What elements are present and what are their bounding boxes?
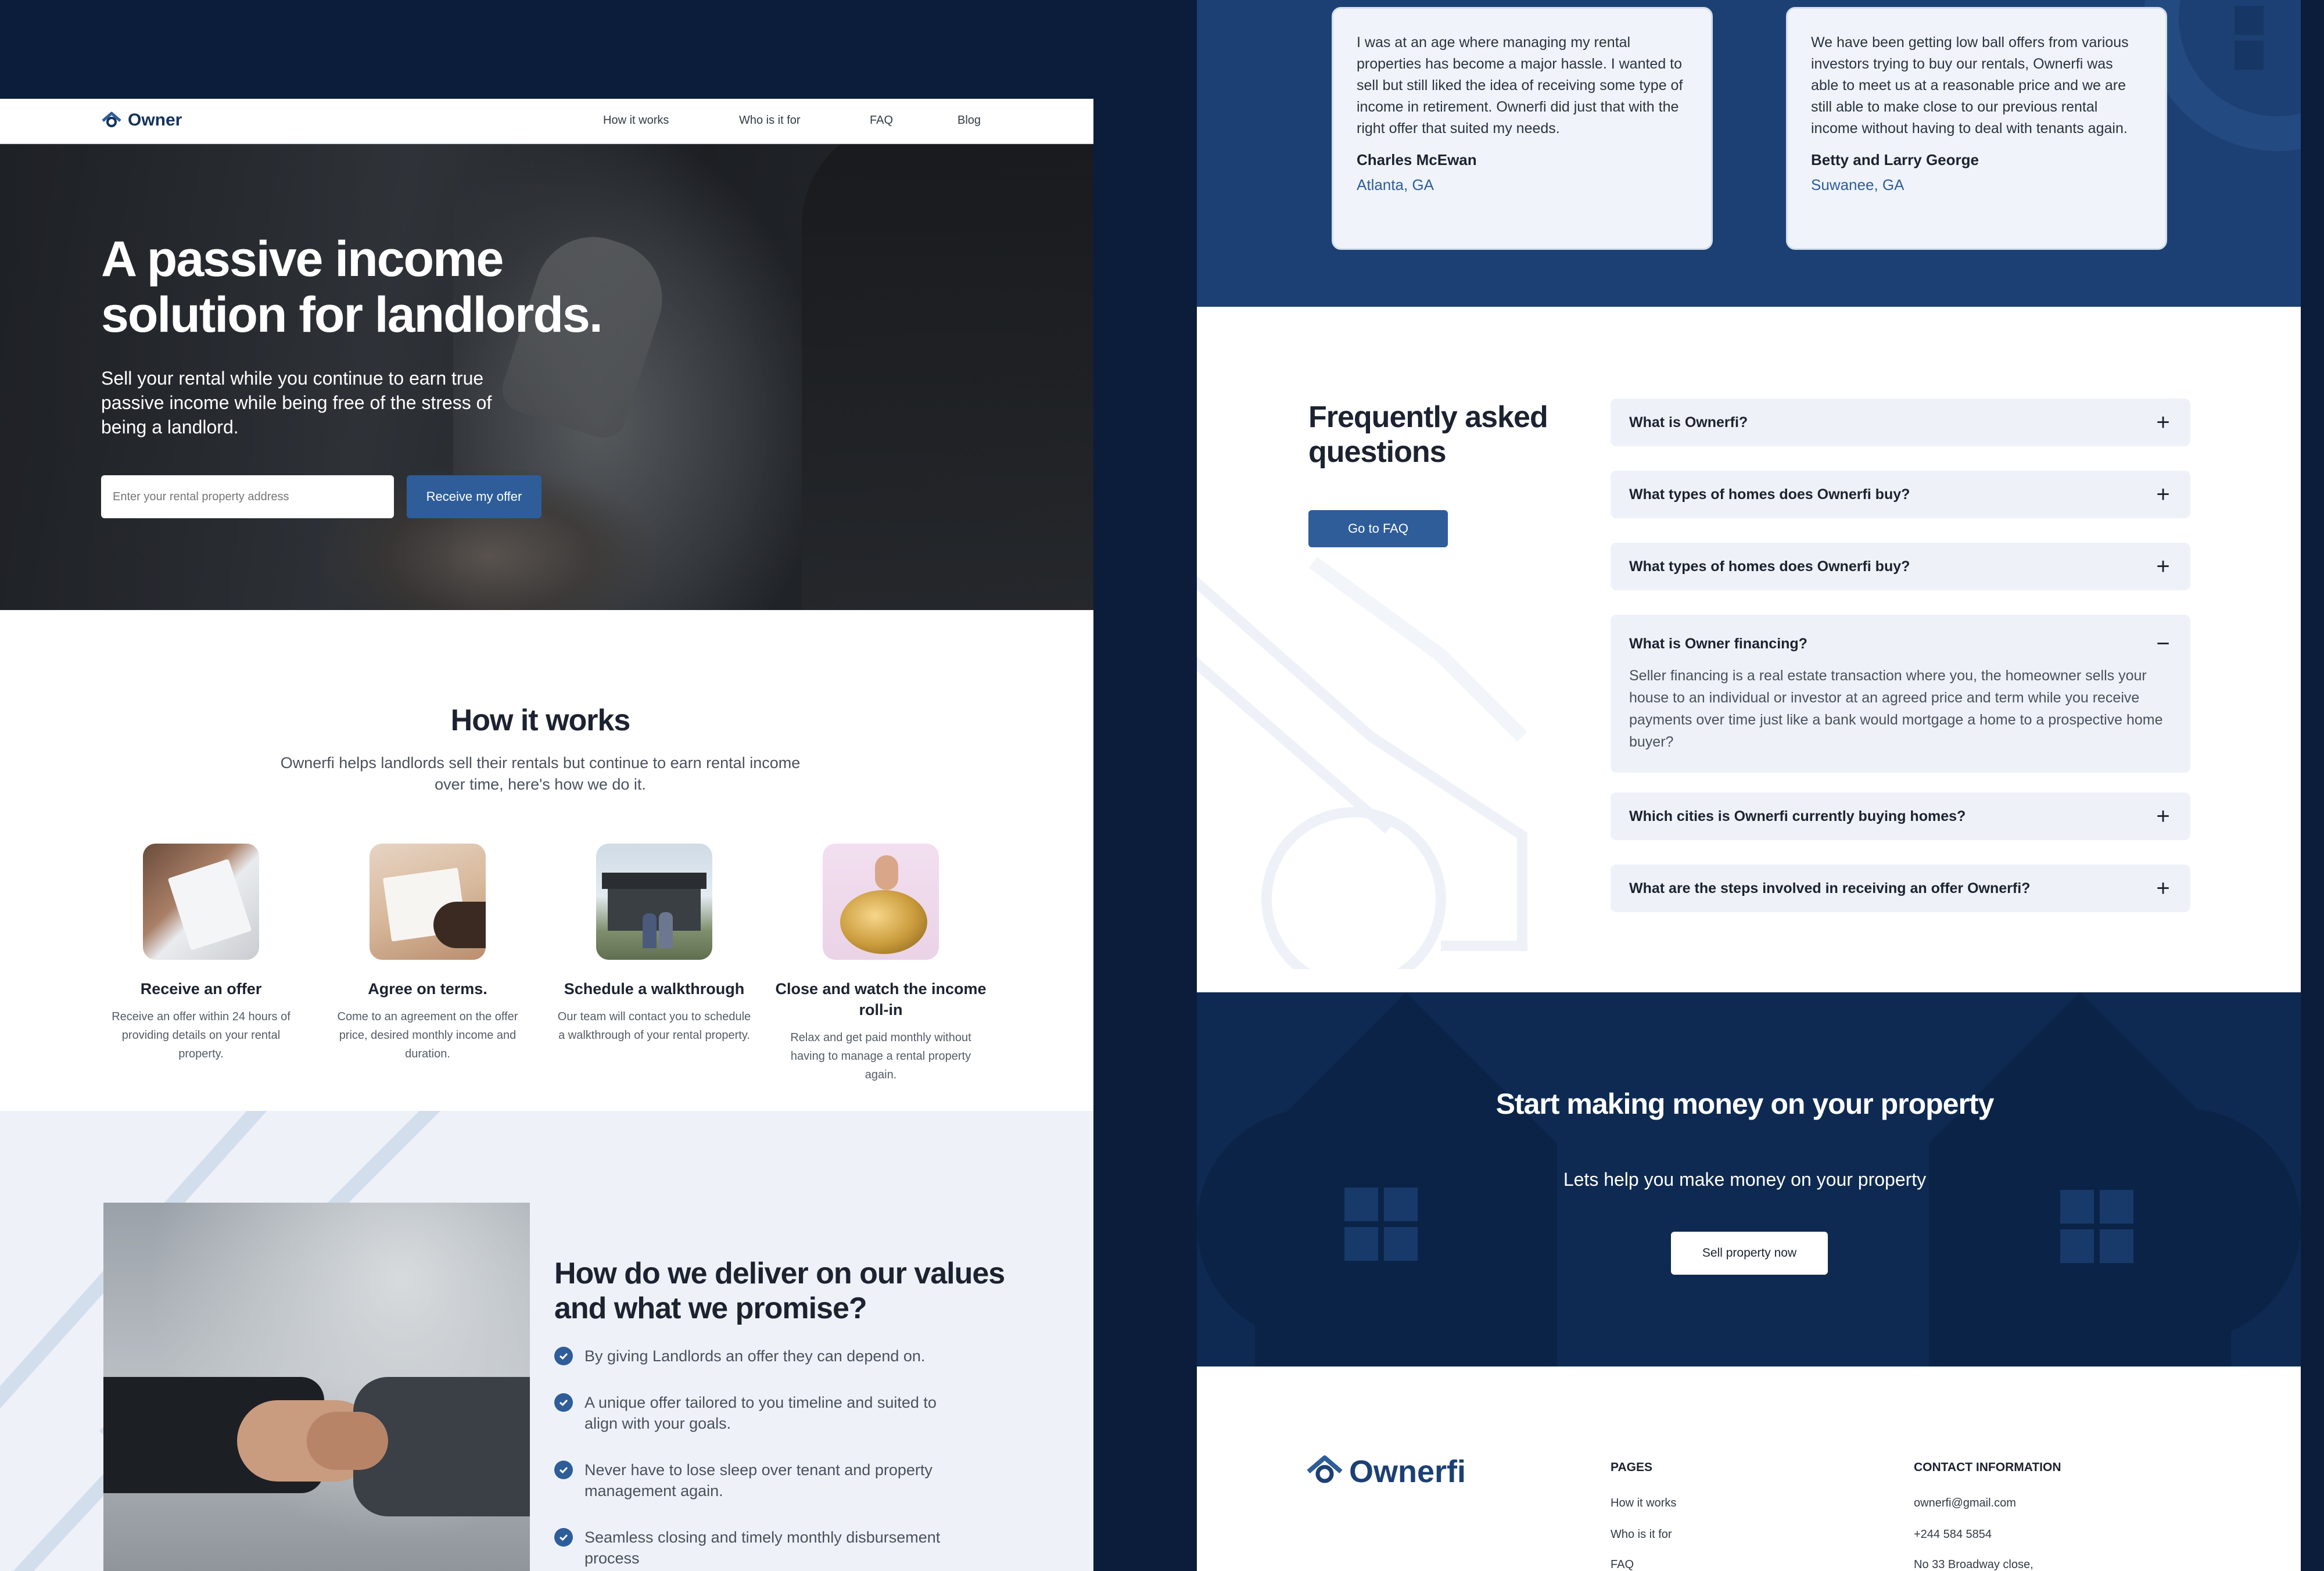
hero-title: A passive income solution for landlords. xyxy=(101,231,603,343)
faq-question: What is Owner financing? xyxy=(1629,635,1807,652)
check-circle-icon xyxy=(554,1347,573,1365)
faq-item[interactable]: What are the steps involved in receiving… xyxy=(1611,865,2190,912)
logo-text: Owner xyxy=(128,110,182,130)
testimonial-card: I was at an age where managing my rental… xyxy=(1332,7,1713,250)
faq-section: Frequently asked questions Go to FAQ Wha… xyxy=(1197,307,2301,992)
cta-subtitle: Lets help you make money on your propert… xyxy=(1563,1169,1927,1190)
step-text: Come to an agreement on the offer price,… xyxy=(337,1010,518,1060)
contact-address: No 33 Broadway close, xyxy=(1914,1558,2033,1571)
faq-item[interactable]: What is Ownerfi? + xyxy=(1611,399,2190,446)
go-to-faq-button[interactable]: Go to FAQ xyxy=(1308,510,1448,547)
faq-item[interactable]: What types of homes does Ownerfi buy? + xyxy=(1611,471,2190,518)
footer-link-who-is-it-for[interactable]: Who is it for xyxy=(1611,1528,1672,1541)
house-logo-icon xyxy=(1307,1455,1343,1483)
how-title: How it works xyxy=(450,704,631,737)
step-text: Relax and get paid monthly without havin… xyxy=(790,1031,971,1081)
faq-title: Frequently asked questions xyxy=(1308,400,1548,469)
value-bullet: Seamless closing and timely monthly disb… xyxy=(554,1527,973,1569)
cta-section: Start making money on your property Lets… xyxy=(1197,992,2301,1366)
check-circle-icon xyxy=(554,1461,573,1479)
signing-photo-icon xyxy=(370,844,486,960)
step-title: Receive an offer xyxy=(140,980,262,998)
testimonial-author: Betty and Larry George xyxy=(1811,151,1979,168)
contact-phone[interactable]: +244 584 5854 xyxy=(1914,1528,1992,1541)
contact-email[interactable]: ownerfi@gmail.com xyxy=(1914,1497,2016,1510)
plus-icon[interactable]: + xyxy=(2154,804,2172,830)
value-bullet-text: A unique offer tailored to you timeline … xyxy=(584,1394,937,1432)
house-logo-icon xyxy=(102,112,121,127)
step-title: Close and watch the income roll-in xyxy=(775,980,987,1018)
plus-icon[interactable]: + xyxy=(2154,876,2172,902)
value-bullet: Never have to lose sleep over tenant and… xyxy=(554,1459,973,1501)
footer-link-how-it-works[interactable]: How it works xyxy=(1611,1497,1676,1510)
minus-icon[interactable]: − xyxy=(2154,631,2172,657)
hero-subtitle: Sell your rental while you continue to e… xyxy=(101,368,492,437)
step-text: Our team will contact you to schedule a … xyxy=(557,1010,751,1042)
values-section: How do we deliver on our values and what… xyxy=(0,1111,1093,1571)
step-title: Schedule a walkthrough xyxy=(564,980,745,998)
receive-offer-button[interactable]: Receive my offer xyxy=(407,475,541,518)
footer-logo-text: Ownerfi xyxy=(1349,1454,1466,1489)
testimonial-quote: I was at an age where managing my rental… xyxy=(1357,34,1683,137)
value-bullet: By giving Landlords an offer they can de… xyxy=(554,1346,973,1366)
nav-link-who-is-it-for[interactable]: Who is it for xyxy=(739,114,801,127)
how-subtitle: Ownerfi helps landlords sell their renta… xyxy=(280,754,801,793)
testimonials-section: I was at an age where managing my rental… xyxy=(1197,0,2301,307)
nav-link-how-it-works[interactable]: How it works xyxy=(603,114,669,127)
step-card: Close and watch the income roll-in Relax… xyxy=(770,844,991,1084)
faq-item[interactable]: Which cities is Ownerfi currently buying… xyxy=(1611,792,2190,840)
plus-icon[interactable]: + xyxy=(2154,554,2172,580)
faq-question: Which cities is Ownerfi currently buying… xyxy=(1629,808,1966,824)
faq-item-expanded[interactable]: What is Owner financing? − Seller financi… xyxy=(1611,615,2190,773)
top-nav: Owner How it works Who is it for FAQ Blo… xyxy=(0,99,1093,144)
address-input[interactable] xyxy=(101,475,394,518)
faq-question: What types of homes does Ownerfi buy? xyxy=(1629,558,1910,575)
testimonial-quote: We have been getting low ball offers fro… xyxy=(1811,34,2129,137)
hero-section: A passive income solution for landlords.… xyxy=(0,144,1093,610)
step-title: Agree on terms. xyxy=(368,980,487,998)
faq-question: What is Ownerfi? xyxy=(1629,414,1748,431)
step-card: Receive an offer Receive an offer within… xyxy=(91,844,311,1063)
house-photo-icon xyxy=(596,844,712,960)
logo[interactable]: Owner xyxy=(101,110,182,130)
faq-question: What types of homes does Ownerfi buy? xyxy=(1629,486,1910,503)
sell-property-button[interactable]: Sell property now xyxy=(1671,1232,1828,1275)
piggy-bank-photo-icon xyxy=(823,844,939,960)
step-text: Receive an offer within 24 hours of prov… xyxy=(112,1010,290,1060)
testimonial-author: Charles McEwan xyxy=(1357,151,1477,168)
plus-icon[interactable]: + xyxy=(2154,410,2172,436)
faq-answer: Seller financing is a real estate transa… xyxy=(1629,668,2163,750)
value-bullet-text: By giving Landlords an offer they can de… xyxy=(584,1347,926,1365)
step-card: Agree on terms. Come to an agreement on … xyxy=(317,844,538,1063)
footer: Ownerfi PAGES How it works Who is it for… xyxy=(1197,1366,2301,1571)
values-title: How do we deliver on our values and what… xyxy=(554,1257,1005,1325)
value-bullet: A unique offer tailored to you timeline … xyxy=(554,1392,973,1434)
landing-page-left: Owner How it works Who is it for FAQ Blo… xyxy=(0,99,1093,1571)
testimonial-city: Suwanee, GA xyxy=(1811,176,1905,193)
contact-heading: CONTACT INFORMATION xyxy=(1914,1461,2061,1474)
faq-item[interactable]: What types of homes does Ownerfi buy? + xyxy=(1611,543,2190,590)
plus-icon[interactable]: + xyxy=(2154,482,2172,508)
testimonial-city: Atlanta, GA xyxy=(1357,176,1434,193)
how-it-works-section: How it works Ownerfi helps landlords sel… xyxy=(0,610,1093,1111)
nav-link-blog[interactable]: Blog xyxy=(957,114,981,127)
pages-heading: PAGES xyxy=(1611,1461,1652,1474)
value-bullet-text: Seamless closing and timely monthly disb… xyxy=(584,1529,941,1567)
value-bullet-text: Never have to lose sleep over tenant and… xyxy=(584,1461,933,1500)
footer-logo[interactable]: Ownerfi xyxy=(1306,1454,1466,1490)
contract-photo-icon xyxy=(143,844,259,960)
nav-link-faq[interactable]: FAQ xyxy=(870,114,893,127)
handshake-photo xyxy=(103,1203,530,1571)
cta-title: Start making money on your property xyxy=(1495,1088,1995,1120)
testimonial-card: We have been getting low ball offers fro… xyxy=(1786,7,2167,250)
house-watermark-icon xyxy=(1197,557,1527,969)
footer-link-faq[interactable]: FAQ xyxy=(1611,1558,1634,1571)
check-circle-icon xyxy=(554,1393,573,1412)
step-card: Schedule a walkthrough Our team will con… xyxy=(544,844,765,1045)
check-circle-icon xyxy=(554,1528,573,1547)
faq-question: What are the steps involved in receiving… xyxy=(1629,880,2031,896)
